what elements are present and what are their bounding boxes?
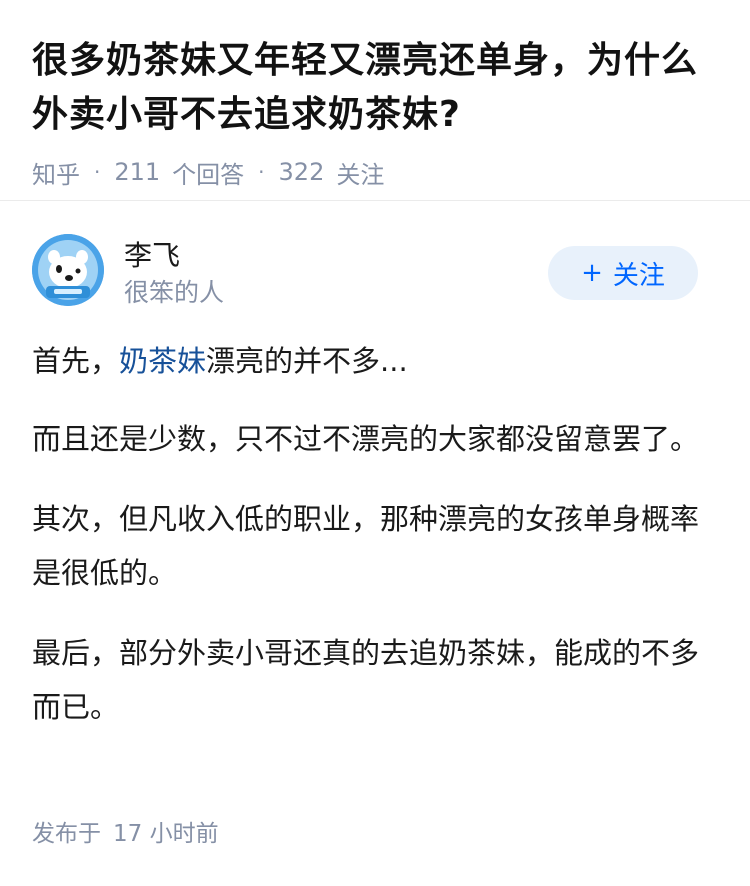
answer-content: 首先，奶茶妹漂亮的并不多... 而且还是少数，只不过不漂亮的大家都没留意罢了。 … xyxy=(32,334,712,760)
published-label: 发布于 xyxy=(32,821,101,847)
avatar-image xyxy=(32,234,104,306)
avatar[interactable] xyxy=(32,234,104,306)
question-header: 很多奶茶妹又年轻又漂亮还单身，为什么外卖小哥不去追求奶茶妹? 知乎 · 211 … xyxy=(32,34,722,190)
paragraph-text: 首先， xyxy=(32,344,120,378)
published-time: 17 小时前 xyxy=(113,821,219,847)
follow-count: 322 xyxy=(278,158,325,186)
question-title[interactable]: 很多奶茶妹又年轻又漂亮还单身，为什么外卖小哥不去追求奶茶妹? xyxy=(32,34,722,142)
paragraph-text: 漂亮的并不多... xyxy=(206,344,408,378)
source-label[interactable]: 知乎 xyxy=(32,155,80,190)
answer-page: 很多奶茶妹又年轻又漂亮还单身，为什么外卖小哥不去追求奶茶妹? 知乎 · 211 … xyxy=(0,0,750,886)
answer-count-label: 个回答 xyxy=(172,160,245,189)
topic-link[interactable]: 奶茶妹 xyxy=(119,344,206,378)
header-divider xyxy=(0,200,750,201)
follow-button-label: 关注 xyxy=(612,260,665,291)
question-meta: 知乎 · 211 个回答 · 322 关注 xyxy=(32,155,722,190)
plus-icon: + xyxy=(581,258,603,288)
answer-paragraph: 其次，但凡收入低的职业，那种漂亮的女孩单身概率是很低的。 xyxy=(32,502,700,590)
author-name[interactable]: 李飞 xyxy=(124,238,180,274)
answer-paragraph: 最后，部分外卖小哥还真的去追奶茶妹，能成的不多而已。 xyxy=(32,636,700,724)
publish-info: 发布于 17 小时前 xyxy=(32,818,219,850)
answer-paragraph: 首先，奶茶妹漂亮的并不多... xyxy=(32,334,712,388)
answer-paragraph: 而且还是少数，只不过不漂亮的大家都没留意罢了。 xyxy=(32,422,700,456)
follow-count-label: 关注 xyxy=(336,160,385,189)
author-row: 李飞 很笨的人 + 关注 xyxy=(32,234,718,310)
author-bio: 很笨的人 xyxy=(124,278,225,307)
answer-count: 211 xyxy=(114,158,161,186)
meta-separator: · xyxy=(258,160,265,184)
follow-button[interactable]: + 关注 xyxy=(548,246,698,300)
meta-separator: · xyxy=(94,160,101,184)
